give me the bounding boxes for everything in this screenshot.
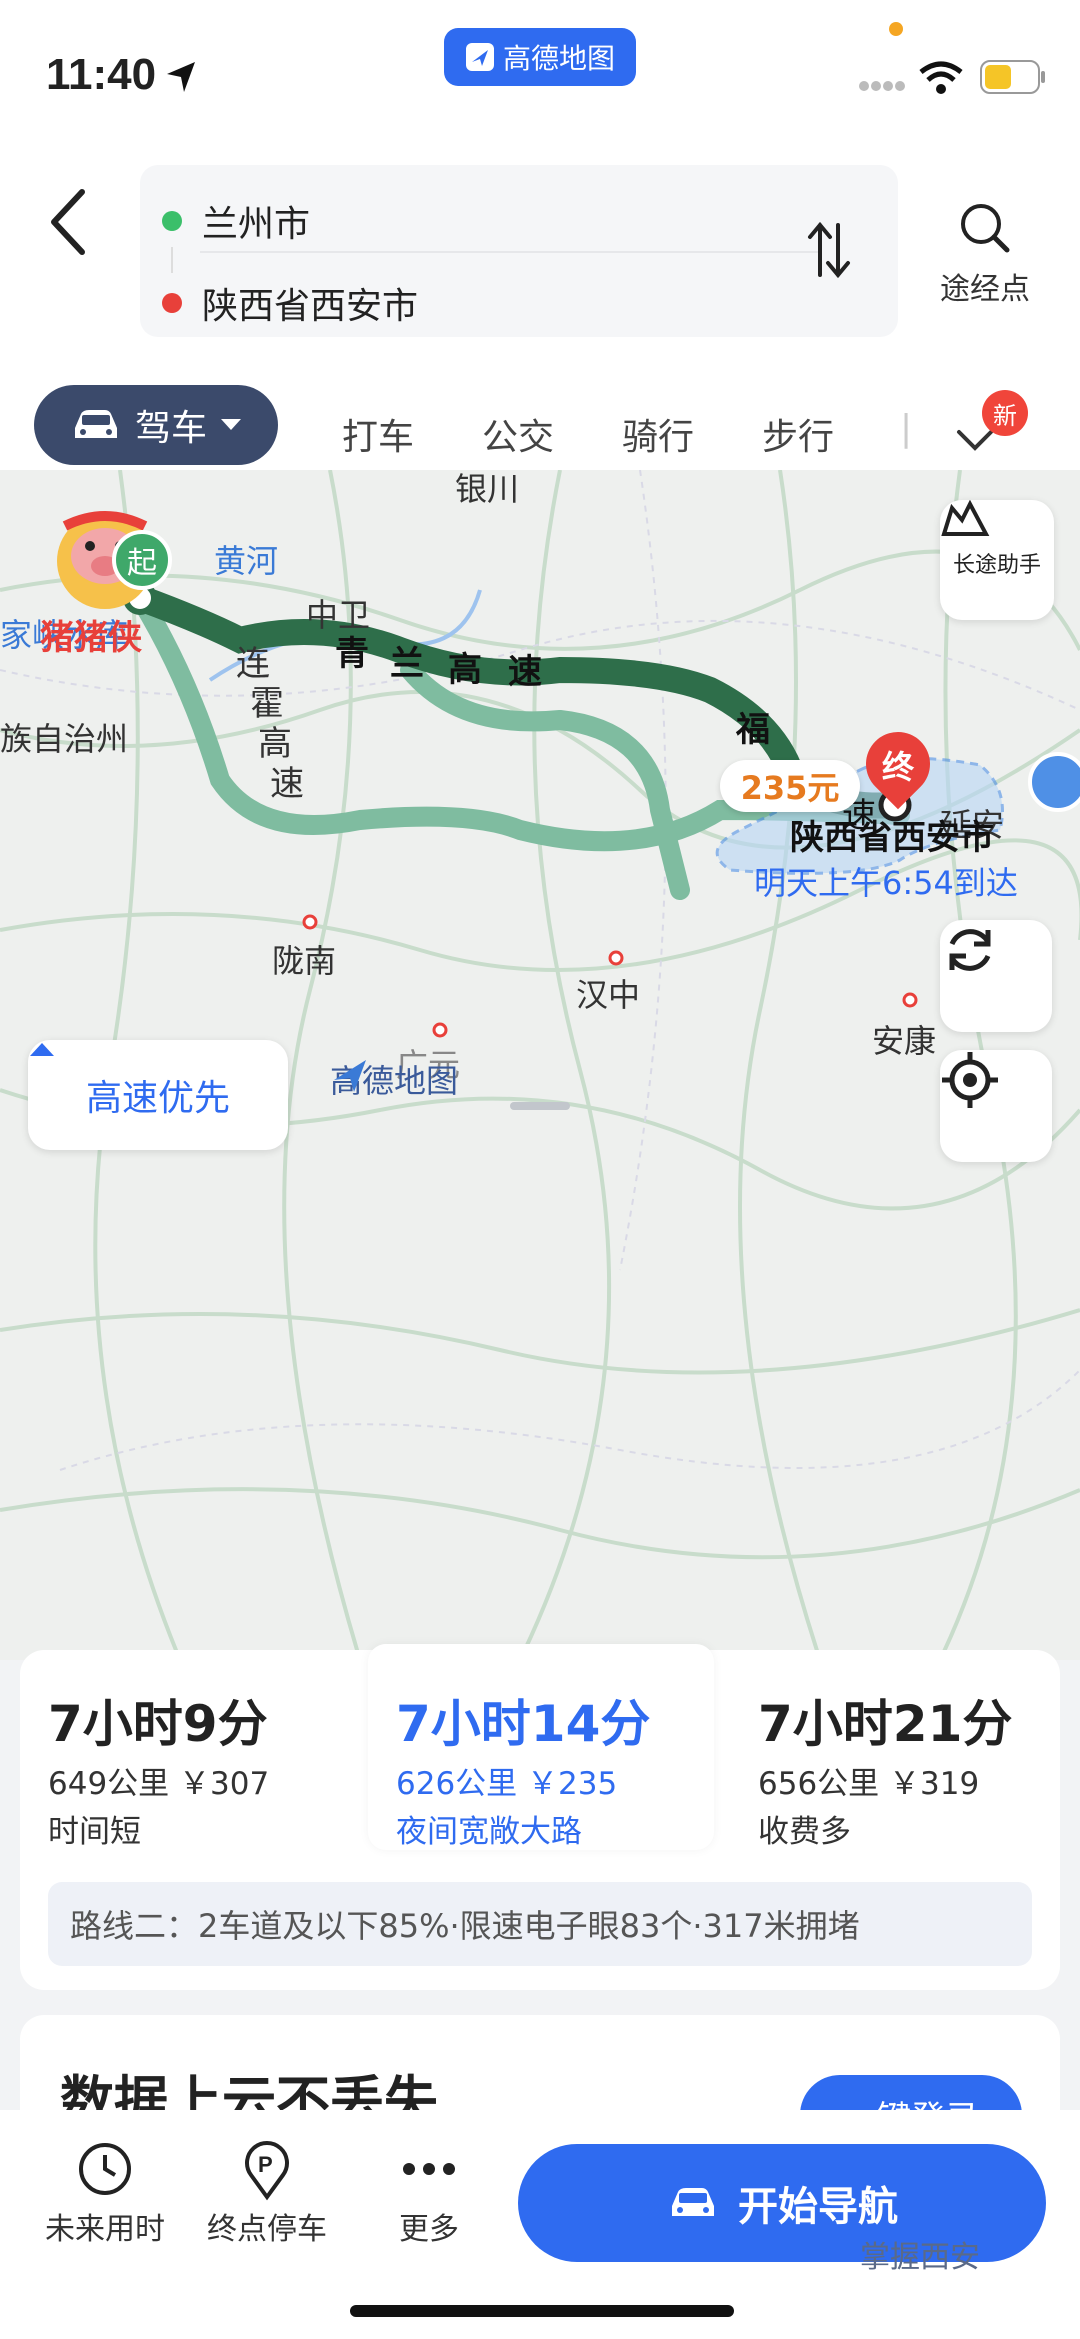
tab-transit[interactable]: 公交 bbox=[482, 408, 554, 460]
mascot-badge[interactable]: 猪猪侠 bbox=[30, 506, 190, 658]
route-note: 路线二：2车道及以下85%·限速电子眼83个·317米拥堵 bbox=[48, 1882, 1032, 1966]
route-helper-icon bbox=[941, 500, 990, 536]
route-tag: 收费多 bbox=[758, 1814, 851, 1850]
route-header: 兰州市 陕西省西安市 途经点 驾车 打车 公交 骑行 步行 | 新 bbox=[0, 150, 1080, 480]
destination-dot bbox=[162, 293, 182, 313]
route-duration: 7小时21分 bbox=[758, 1695, 1013, 1753]
road-label-gao: 高 bbox=[448, 650, 482, 690]
tab-more-faded: | bbox=[900, 408, 913, 449]
map-logo: 高德地图 bbox=[330, 1056, 458, 1102]
route-meta: 649公里 ￥307 bbox=[48, 1766, 270, 1802]
swap-icon[interactable] bbox=[806, 221, 852, 281]
future-time-button[interactable]: 未来用时 bbox=[30, 2134, 180, 2248]
new-badge: 新 bbox=[982, 390, 1028, 436]
more-dots-icon bbox=[403, 2163, 455, 2175]
route-tag: 时间短 bbox=[48, 1814, 141, 1850]
route-meta: 656公里 ￥319 bbox=[758, 1766, 980, 1802]
eta-label: 明天上午6:54到达 bbox=[754, 864, 1018, 902]
region-autonomous: 族自治州 bbox=[0, 720, 129, 758]
expand-modes-icon[interactable] bbox=[955, 428, 995, 452]
home-indicator[interactable] bbox=[350, 2305, 734, 2317]
route-preference-label: 高速优先 bbox=[85, 1078, 230, 1119]
road-label-su2: 速 bbox=[270, 764, 304, 804]
status-time: 11:40 bbox=[46, 50, 157, 99]
amap-logo-icon bbox=[465, 43, 494, 71]
refresh-icon bbox=[949, 929, 991, 971]
dest-parking-label: 终点停车 bbox=[207, 2212, 327, 2247]
locate-button[interactable] bbox=[940, 1050, 1052, 1162]
via-point-button[interactable]: 途经点 bbox=[920, 200, 1050, 308]
signal-icon bbox=[859, 81, 905, 91]
location-arrow-icon bbox=[167, 62, 195, 92]
app-badge[interactable]: 高德地图 bbox=[444, 28, 636, 86]
mode-tabs: 驾车 打车 公交 骑行 步行 | 新 bbox=[0, 370, 1080, 480]
svg-text:P: P bbox=[258, 2152, 273, 2177]
tab-drive[interactable]: 驾车 bbox=[34, 385, 278, 465]
route-duration: 7小时9分 bbox=[48, 1695, 268, 1753]
battery-icon bbox=[980, 60, 1045, 94]
via-point-label: 途经点 bbox=[940, 272, 1030, 307]
tab-taxi[interactable]: 打车 bbox=[342, 408, 414, 460]
route-meta: 626公里 ￥235 bbox=[396, 1766, 618, 1802]
destination-name: 陕西省西安市 bbox=[790, 818, 994, 858]
route-option-1[interactable]: 7小时9分 649公里 ￥307 时间短 bbox=[20, 1650, 350, 1850]
origin-dot bbox=[162, 211, 182, 231]
tab-walk[interactable]: 步行 bbox=[762, 408, 834, 460]
route-option-2[interactable]: 7小时14分 626公里 ￥235 夜间宽敞大路 bbox=[368, 1644, 714, 1850]
city-ankang: 安康 bbox=[872, 1022, 937, 1060]
route-connector bbox=[171, 247, 173, 273]
future-time-label: 未来用时 bbox=[45, 2212, 165, 2247]
long-trip-helper-label: 长途助手 bbox=[952, 553, 1041, 578]
car-icon bbox=[74, 410, 117, 438]
privacy-indicator bbox=[889, 22, 903, 36]
car-icon bbox=[672, 2188, 714, 2216]
route-duration: 7小时14分 bbox=[396, 1695, 651, 1753]
watermark: 掌握西安 bbox=[860, 2240, 980, 2275]
search-icon bbox=[961, 204, 1010, 253]
road-label-lan: 兰 bbox=[390, 644, 424, 684]
amap-logo-icon bbox=[334, 1060, 366, 1092]
price-tag: 235元 bbox=[720, 760, 860, 812]
long-trip-helper-button[interactable]: 长途助手 bbox=[940, 500, 1054, 620]
route-option-3[interactable]: 7小时21分 656公里 ￥319 收费多 bbox=[730, 1650, 1060, 1850]
app-badge-label: 高德地图 bbox=[502, 42, 615, 75]
chevron-down-icon bbox=[221, 419, 241, 430]
route-tag: 夜间宽敞大路 bbox=[396, 1814, 582, 1850]
route-options: 7小时9分 649公里 ￥307 时间短 7小时14分 626公里 ￥235 夜… bbox=[20, 1644, 1060, 1990]
road-label-qing: 青 bbox=[335, 634, 369, 674]
tab-drive-label: 驾车 bbox=[134, 408, 207, 449]
mascot-text: 猪猪侠 bbox=[40, 618, 142, 658]
city-yinchuan: 银川 bbox=[455, 470, 520, 508]
more-label: 更多 bbox=[399, 2212, 459, 2247]
route-preference-button[interactable]: 高速优先 bbox=[28, 1040, 288, 1150]
more-button[interactable]: 更多 bbox=[354, 2134, 504, 2248]
dest-parking-button[interactable]: P 终点停车 bbox=[192, 2134, 342, 2248]
user-location-icon[interactable] bbox=[1028, 752, 1080, 812]
start-navigation-label: 开始导航 bbox=[738, 2184, 898, 2230]
map-view[interactable]: 银川 中卫 榆林 延安 黄河 家峡水库 族自治州 陇南 汉中 安康 广元 青 兰… bbox=[0, 470, 1080, 1660]
clock-icon bbox=[79, 2143, 131, 2195]
drag-handle[interactable] bbox=[510, 1102, 570, 1110]
route-input-box: 兰州市 陕西省西安市 bbox=[140, 165, 898, 337]
wifi-icon bbox=[919, 61, 963, 94]
back-icon[interactable] bbox=[40, 180, 100, 260]
end-marker-label: 终 bbox=[881, 748, 914, 786]
city-longnan: 陇南 bbox=[272, 942, 337, 980]
tab-bike[interactable]: 骑行 bbox=[622, 408, 694, 460]
start-marker[interactable]: 起 bbox=[112, 530, 172, 590]
divider bbox=[200, 251, 820, 253]
road-label-su: 速 bbox=[508, 652, 542, 692]
status-bar: 11:40 高德地图 bbox=[0, 0, 1080, 150]
crosshair-icon bbox=[942, 1052, 998, 1108]
destination-input[interactable]: 陕西省西安市 bbox=[202, 277, 418, 329]
parking-icon: P bbox=[245, 2141, 289, 2201]
road-label-fu: 福 bbox=[736, 710, 770, 750]
city-hanzhong: 汉中 bbox=[576, 976, 641, 1014]
chevron-up-icon bbox=[30, 1043, 54, 1056]
refresh-button[interactable] bbox=[940, 920, 1052, 1032]
origin-input[interactable]: 兰州市 bbox=[202, 195, 310, 247]
river-huanghe: 黄河 bbox=[214, 542, 279, 580]
